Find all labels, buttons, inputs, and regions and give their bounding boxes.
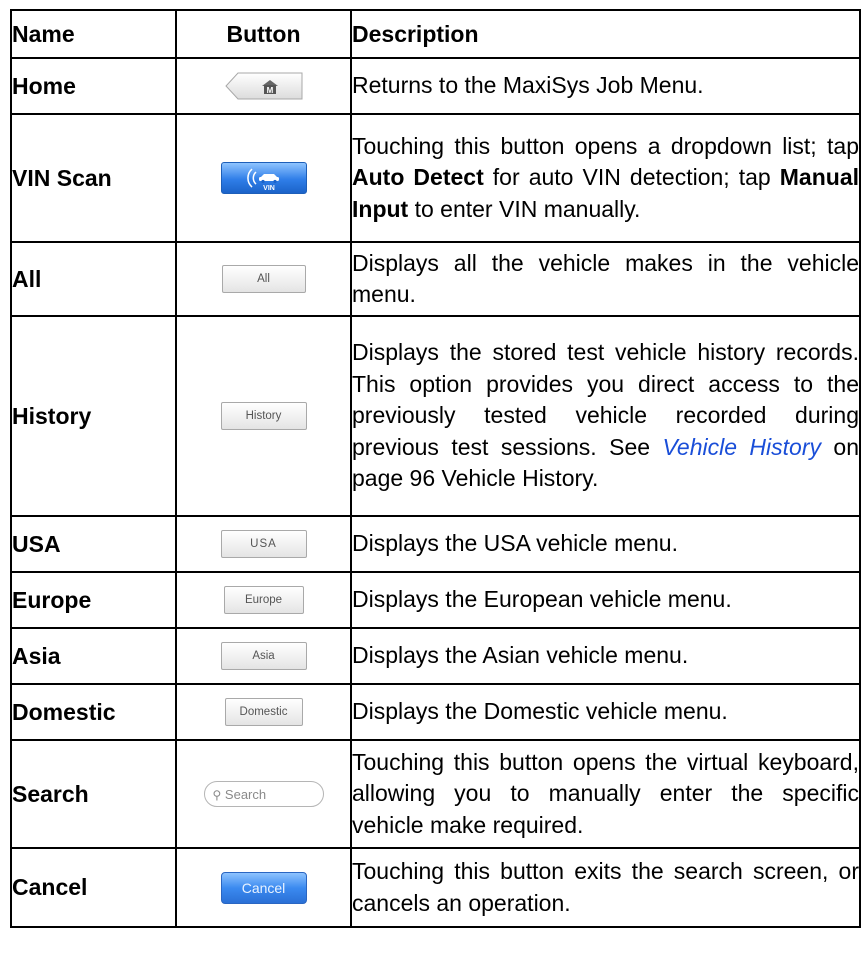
row-desc-usa: Displays the USA vehicle menu. bbox=[350, 515, 861, 573]
row-desc-asia: Displays the Asian vehicle menu. bbox=[350, 627, 861, 685]
row-name-asia: Asia bbox=[10, 627, 177, 685]
row-desc-history: Displays the stored test vehicle history… bbox=[350, 315, 861, 517]
row-desc-home: Returns to the MaxiSys Job Menu. bbox=[350, 57, 861, 115]
usa-button[interactable]: USA bbox=[220, 530, 307, 558]
row-name-search: Search bbox=[10, 739, 177, 849]
row-name-all: All bbox=[10, 241, 177, 317]
asia-button[interactable]: Asia bbox=[220, 642, 307, 670]
table-row: History History Displays the stored test… bbox=[10, 315, 861, 517]
row-desc-vin-scan: Touching this button opens a dropdown li… bbox=[350, 113, 861, 243]
table-row: USA USA Displays the USA vehicle menu. bbox=[10, 515, 861, 573]
row-name-cancel: Cancel bbox=[10, 847, 177, 928]
history-button[interactable]: History bbox=[220, 402, 307, 430]
row-desc-europe: Displays the European vehicle menu. bbox=[350, 571, 861, 629]
row-desc-search: Touching this button opens the virtual k… bbox=[350, 739, 861, 849]
table-row: Home M Returns to the MaxiSys Job Menu. bbox=[10, 57, 861, 115]
svg-text:M: M bbox=[266, 86, 273, 95]
header-description: Description bbox=[350, 9, 861, 59]
home-button[interactable]: M bbox=[224, 72, 304, 100]
table-row: Domestic Domestic Displays the Domestic … bbox=[10, 683, 861, 741]
table-row: All All Displays all the vehicle makes i… bbox=[10, 241, 861, 317]
header-name: Name bbox=[10, 9, 177, 59]
row-name-europe: Europe bbox=[10, 571, 177, 629]
vin-scan-button[interactable]: VIN bbox=[220, 162, 307, 194]
svg-text:VIN: VIN bbox=[263, 185, 275, 192]
row-desc-cancel: Touching this button exits the search sc… bbox=[350, 847, 861, 928]
vin-car-scan-icon: VIN bbox=[246, 168, 279, 192]
search-input[interactable]: ⚲ Search bbox=[203, 781, 324, 807]
row-desc-all: Displays all the vehicle makes in the ve… bbox=[350, 241, 861, 317]
table-header-row: Name Button Description bbox=[10, 9, 861, 59]
magnifier-icon: ⚲ bbox=[212, 788, 222, 802]
row-name-usa: USA bbox=[10, 515, 177, 573]
row-name-history: History bbox=[10, 315, 177, 517]
vehicle-history-link[interactable]: Vehicle History bbox=[662, 434, 821, 460]
table-row: VIN Scan VIN Touching this button opens … bbox=[10, 113, 861, 243]
row-name-domestic: Domestic bbox=[10, 683, 177, 741]
table-row: Cancel Cancel Touching this button exits… bbox=[10, 847, 861, 928]
row-name-home: Home bbox=[10, 57, 177, 115]
home-m-icon: M bbox=[224, 72, 302, 100]
table-row: Europe Europe Displays the European vehi… bbox=[10, 571, 861, 629]
domestic-button[interactable]: Domestic bbox=[224, 698, 303, 726]
button-description-table: Name Button Description Home M Returns t… bbox=[10, 9, 861, 928]
header-button: Button bbox=[175, 9, 352, 59]
row-name-vin-scan: VIN Scan bbox=[10, 113, 177, 243]
europe-button[interactable]: Europe bbox=[223, 586, 304, 614]
table-row: Asia Asia Displays the Asian vehicle men… bbox=[10, 627, 861, 685]
cancel-button[interactable]: Cancel bbox=[220, 871, 307, 904]
row-desc-domestic: Displays the Domestic vehicle menu. bbox=[350, 683, 861, 741]
table-row: Search ⚲ Search Touching this button ope… bbox=[10, 739, 861, 849]
all-button[interactable]: All bbox=[221, 265, 306, 293]
